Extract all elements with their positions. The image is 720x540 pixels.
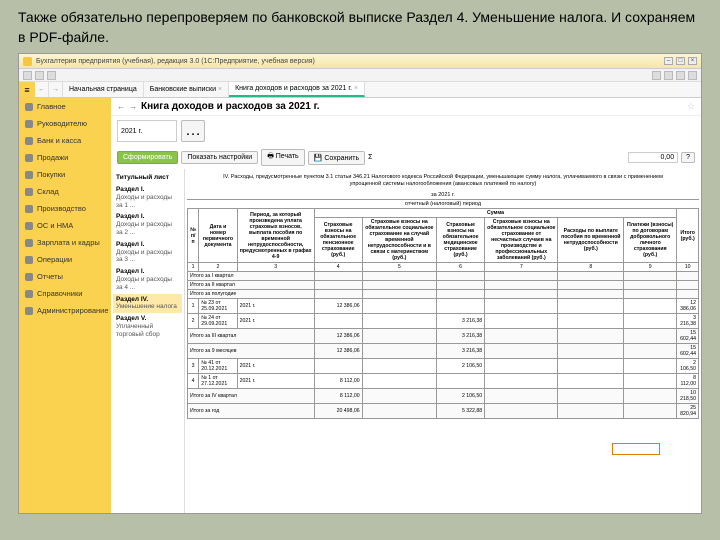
print-button[interactable]: 🖶 Печать: [261, 149, 305, 166]
app-window: Бухгалтерия предприятия (учебная), редак…: [18, 53, 702, 514]
sidebar-item[interactable]: Склад: [19, 183, 111, 200]
sidebar-icon: [25, 205, 33, 213]
sidebar-icon: [25, 103, 33, 111]
highlight-box: [612, 443, 660, 455]
sidebar-label: Покупки: [37, 170, 65, 179]
sidebar-label: Руководителю: [37, 119, 87, 128]
sidebar-icon: [25, 171, 33, 179]
sidebar: Главное Руководителю Банк и касса Продажи По…: [19, 98, 111, 513]
close-icon[interactable]: ×: [218, 86, 222, 93]
page-caption: Также обязательно перепроверяем по банко…: [0, 0, 720, 53]
tab-bank[interactable]: Банковские выписки×: [144, 82, 229, 97]
sidebar-label: Производство: [37, 204, 86, 213]
sidebar-item[interactable]: Операции: [19, 251, 111, 268]
sidebar-label: Отчеты: [37, 272, 63, 281]
sidebar-label: Справочники: [37, 289, 82, 298]
toolbar-icon[interactable]: [688, 71, 697, 80]
section-item[interactable]: Титульный лист: [113, 172, 182, 184]
sidebar-label: Операции: [37, 255, 72, 264]
close-button[interactable]: ×: [688, 57, 697, 65]
toolbar-icon[interactable]: [676, 71, 685, 80]
report-title: IV. Расходы, предусмотренные пунктом 3.1…: [187, 171, 699, 191]
toolbar-icon[interactable]: [35, 71, 44, 80]
sidebar-item[interactable]: Отчеты: [19, 268, 111, 285]
sidebar-label: Главное: [37, 102, 66, 111]
report-period: за 2021 г.: [187, 191, 699, 200]
tab-home[interactable]: Начальная страница: [63, 82, 144, 97]
sidebar-icon: [25, 273, 33, 281]
report-period-type: отчетный (налоговый) период: [187, 200, 699, 208]
tab-bar: ≡ ← → Начальная страница Банковские выпи…: [19, 82, 701, 98]
sidebar-label: Зарплата и кадры: [37, 238, 100, 247]
sidebar-item[interactable]: Руководителю: [19, 115, 111, 132]
period-stepper[interactable]: …: [181, 120, 205, 142]
section-item[interactable]: Раздел IV.Уменьшение налога: [113, 294, 182, 314]
section-item[interactable]: Раздел V.Уплаченный торговый сбор: [113, 313, 182, 340]
sidebar-item[interactable]: Продажи: [19, 149, 111, 166]
sidebar-icon: [25, 137, 33, 145]
toolbar-icon[interactable]: [23, 71, 32, 80]
back-icon[interactable]: ←: [117, 102, 125, 111]
sidebar-item[interactable]: ОС и НМА: [19, 217, 111, 234]
tab-book[interactable]: Книга доходов и расходов за 2021 г.×: [229, 82, 365, 97]
more-button[interactable]: ?: [681, 152, 695, 163]
sidebar-item[interactable]: Покупки: [19, 166, 111, 183]
sidebar-icon: [25, 120, 33, 128]
sidebar-label: Продажи: [37, 153, 68, 162]
sidebar-icon: [25, 290, 33, 298]
sidebar-item[interactable]: Производство: [19, 200, 111, 217]
sidebar-item[interactable]: Справочники: [19, 285, 111, 302]
sum-field: 0,00: [628, 152, 678, 163]
sidebar-item[interactable]: Банк и касса: [19, 132, 111, 149]
star-icon[interactable]: ☆: [687, 101, 695, 112]
toolbar-icon[interactable]: [664, 71, 673, 80]
save-button[interactable]: 💾 Сохранить: [308, 151, 365, 165]
sum-label: Σ: [368, 154, 372, 161]
toolbar-icon[interactable]: [47, 71, 56, 80]
section-item[interactable]: Раздел I.Доходы и расходы за 4 ...: [113, 266, 182, 293]
sidebar-label: ОС и НМА: [37, 221, 73, 230]
settings-button[interactable]: Показать настройки: [181, 151, 258, 164]
toolbar-icon[interactable]: [652, 71, 661, 80]
section-item[interactable]: Раздел I.Доходы и расходы за 1 ...: [113, 184, 182, 211]
sidebar-icon: [25, 256, 33, 264]
nav-fwd[interactable]: →: [49, 82, 63, 97]
form-button[interactable]: Сформировать: [117, 151, 178, 164]
sidebar-item[interactable]: Зарплата и кадры: [19, 234, 111, 251]
sidebar-label: Склад: [37, 187, 59, 196]
sidebar-item[interactable]: Главное: [19, 98, 111, 115]
sidebar-icon: [25, 307, 33, 315]
titlebar: Бухгалтерия предприятия (учебная), редак…: [19, 54, 701, 69]
sidebar-icon: [25, 188, 33, 196]
period-input[interactable]: [117, 120, 177, 142]
sidebar-label: Банк и касса: [37, 136, 81, 145]
sidebar-label: Администрирование: [37, 306, 109, 315]
report-area: IV. Расходы, предусмотренные пунктом 3.1…: [185, 169, 701, 513]
menu-icon[interactable]: ≡: [19, 82, 35, 97]
page-title: Книга доходов и расходов за 2021 г.: [141, 101, 320, 112]
sidebar-icon: [25, 154, 33, 162]
minimize-button[interactable]: –: [664, 57, 673, 65]
fwd-icon[interactable]: →: [129, 102, 137, 111]
maximize-button[interactable]: □: [676, 57, 685, 65]
app-icon: [23, 57, 32, 66]
nav-back[interactable]: ←: [35, 82, 49, 97]
sidebar-item[interactable]: Администрирование: [19, 302, 111, 319]
sections-list: Титульный листРаздел I.Доходы и расходы …: [111, 169, 185, 513]
close-icon[interactable]: ×: [354, 85, 358, 92]
report-table: № п/пДата и номер первичного документаПе…: [187, 208, 699, 419]
section-item[interactable]: Раздел I.Доходы и расходы за 3 ...: [113, 239, 182, 266]
system-toolbar: [19, 69, 701, 82]
sidebar-icon: [25, 222, 33, 230]
titlebar-text: Бухгалтерия предприятия (учебная), редак…: [36, 58, 315, 65]
section-item[interactable]: Раздел I.Доходы и расходы за 2 ...: [113, 211, 182, 238]
sidebar-icon: [25, 239, 33, 247]
